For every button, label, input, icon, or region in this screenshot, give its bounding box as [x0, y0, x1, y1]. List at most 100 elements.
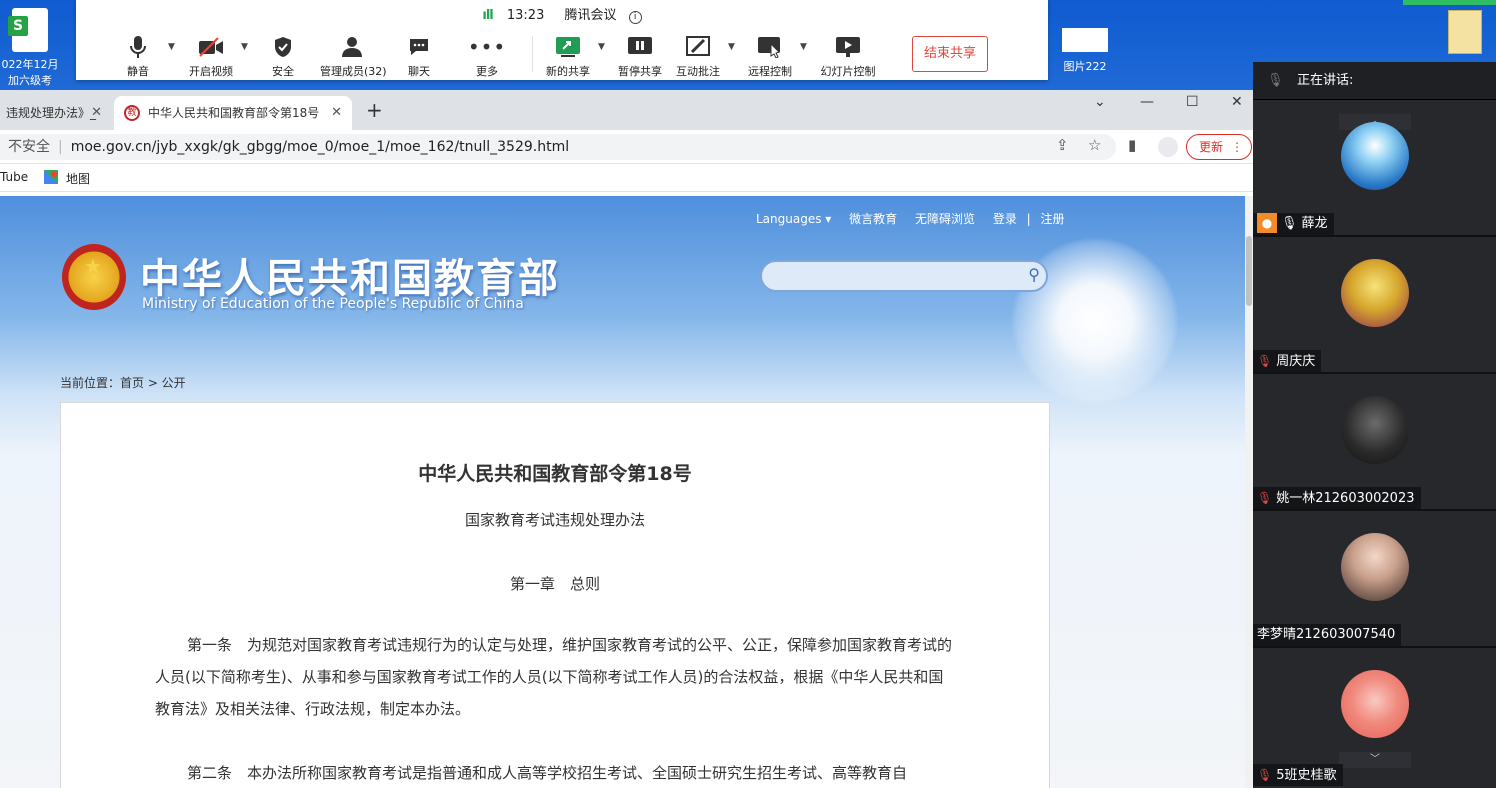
chevron-down-icon[interactable]: ▼ — [728, 42, 735, 52]
close-icon[interactable]: ✕ — [91, 96, 102, 130]
participant-name: 薛龙 — [1301, 216, 1328, 231]
chevron-down-icon[interactable]: ▼ — [598, 42, 605, 52]
participants-panel: 🎙 正在讲话: ︿ ●🎙薛龙 🎙周庆庆 🎙姚一林212603002023 李梦晴… — [1253, 62, 1496, 788]
bookmark-youtube[interactable]: Tube — [0, 170, 28, 184]
bookmark-maps[interactable]: 地图 — [66, 170, 90, 187]
article-paragraph: 第二条 本办法所称国家教育考试是指普通和成人高等学校招生考试、全国硕士研究生招生… — [187, 764, 908, 782]
tab-strip: 违规处理办法》_ ✕ 教 中华人民共和国教育部令第18号 ✕ + ⌄ — ☐ ✕ — [0, 90, 1253, 130]
tab-title: 违规处理办法》_ — [6, 106, 97, 120]
more-button[interactable]: ••• 更多 — [468, 34, 505, 79]
url-text: moe.gov.cn/jyb_xxgk/gk_gbgg/moe_0/moe_1/… — [70, 139, 570, 155]
participant-tile[interactable]: 🎙 姚一林212603002023 — [1253, 374, 1496, 511]
mute-button[interactable]: 静音 — [124, 34, 152, 79]
maximize-button[interactable]: ☐ — [1186, 94, 1199, 110]
search-input[interactable]: ⚲ — [760, 260, 1048, 292]
close-icon[interactable]: ✕ — [331, 96, 342, 130]
update-button[interactable]: 更新 ⋮ — [1186, 134, 1252, 160]
desktop-icon-label: 022年12月 — [1, 58, 59, 71]
article-title: 中华人民共和国教育部令第18号 — [418, 463, 692, 485]
end-share-button[interactable]: 结束共享 — [912, 36, 988, 72]
tab-title: 中华人民共和国教育部令第18号 — [148, 106, 320, 120]
annotate-label: 互动批注 — [676, 65, 720, 78]
tab-inactive[interactable]: 违规处理办法》_ ✕ — [0, 96, 112, 130]
desktop-icon-image[interactable]: 图片222 — [1060, 28, 1110, 74]
participant-tile[interactable]: 🎙 周庆庆 — [1253, 237, 1496, 374]
article-chapter: 第一章 总则 — [509, 575, 600, 593]
avatar — [1341, 122, 1409, 190]
slide-control-button[interactable]: 幻灯片控制 — [820, 34, 876, 79]
chat-icon — [406, 34, 432, 60]
scroll-down-icon[interactable]: ﹀ — [1339, 752, 1411, 768]
annotate-button[interactable]: 互动批注 — [676, 34, 720, 79]
participant-tile[interactable]: ︿ ●🎙薛龙 — [1253, 100, 1496, 237]
profile-avatar-icon[interactable] — [1158, 137, 1178, 157]
chat-label: 聊天 — [408, 65, 430, 78]
maps-icon — [44, 170, 58, 187]
participant-tile[interactable]: ﹀ 🎙 5班史桂歌 — [1253, 648, 1496, 788]
window-close-button[interactable]: ✕ — [1231, 94, 1243, 110]
mute-label: 静音 — [127, 65, 149, 78]
new-tab-button[interactable]: + — [366, 98, 383, 122]
desktop-icon-label: 图片222 — [1063, 60, 1107, 73]
kebab-menu-icon[interactable]: ⋮ — [1231, 135, 1243, 159]
pause-share-button[interactable]: 暂停共享 — [618, 34, 662, 79]
participant-name-tag: 🎙 姚一林212603002023 — [1253, 487, 1421, 509]
page-scrollbar[interactable] — [1245, 196, 1253, 788]
avatar — [1341, 533, 1409, 601]
pause-share-label: 暂停共享 — [618, 65, 662, 78]
host-icon: ● — [1257, 213, 1277, 233]
tab-active[interactable]: 教 中华人民共和国教育部令第18号 ✕ — [114, 96, 352, 130]
manage-members-button[interactable]: 管理成员(32) — [320, 34, 387, 79]
security-button[interactable]: 安全 — [270, 34, 296, 79]
languages-link[interactable]: Languages ▾ — [756, 212, 831, 226]
members-label: 管理成员(32) — [320, 65, 387, 78]
url-divider: | — [58, 139, 63, 155]
chevron-down-icon[interactable]: ▼ — [241, 42, 248, 52]
video-label: 开启视频 — [189, 65, 233, 78]
participant-tile[interactable]: 李梦晴212603007540 — [1253, 511, 1496, 648]
breadcrumb[interactable]: 当前位置：首页 > 公开 — [60, 374, 186, 391]
accessibility-link[interactable]: 无障碍浏览 — [915, 212, 975, 226]
info-icon[interactable]: i — [628, 11, 642, 24]
participant-name: 姚一林212603002023 — [1276, 491, 1415, 506]
shield-icon — [270, 34, 296, 60]
chevron-down-icon[interactable]: ▼ — [168, 42, 175, 52]
chevron-down-icon[interactable]: ▼ — [800, 42, 807, 52]
microphone-icon — [124, 34, 152, 60]
user-icon — [320, 34, 384, 60]
participant-name-tag: ● 🎙 薛龙 — [1253, 213, 1334, 235]
star-icon[interactable]: ☆ — [1088, 136, 1101, 154]
mic-muted-icon: 🎙 — [1257, 491, 1273, 505]
meeting-app-name: 腾讯会议 — [564, 8, 617, 23]
side-panel-icon[interactable]: ▮ — [1128, 136, 1136, 154]
desktop-green-bar — [1403, 0, 1496, 5]
avatar — [1341, 259, 1409, 327]
remote-control-icon — [748, 34, 792, 60]
article-body: 中华人民共和国教育部令第18号 国家教育考试违规处理办法 第一章 总则 第一条 … — [60, 402, 1050, 788]
search-icon[interactable]: ⚲ — [1028, 265, 1040, 284]
chat-button[interactable]: 聊天 — [406, 34, 432, 79]
signal-icon: ıll — [482, 8, 493, 23]
folder-icon[interactable] — [1448, 10, 1482, 54]
login-link[interactable]: 登录 — [993, 212, 1017, 226]
scrollbar-thumb[interactable] — [1246, 236, 1252, 306]
participant-name: 周庆庆 — [1276, 354, 1316, 369]
mic-muted-icon: 🎙 — [1257, 768, 1273, 782]
link-divider: | — [1026, 212, 1031, 226]
url-field[interactable]: 不安全 | moe.gov.cn/jyb_xxgk/gk_gbgg/moe_0/mo… — [0, 134, 1116, 160]
new-share-button[interactable]: 新的共享 — [544, 34, 592, 79]
meeting-status: ıll 13:23 腾讯会议 i — [76, 4, 1048, 24]
moe-favicon-icon: 教 — [124, 105, 140, 121]
slide-control-label: 幻灯片控制 — [820, 65, 876, 78]
video-button[interactable]: 开启视频 — [186, 34, 236, 79]
tab-search-icon[interactable]: ⌄ — [1094, 94, 1106, 110]
image-thumbnail-icon — [1062, 28, 1108, 52]
weiyan-link[interactable]: 微言教育 — [849, 212, 897, 226]
browser-window: 违规处理办法》_ ✕ 教 中华人民共和国教育部令第18号 ✕ + ⌄ — ☐ ✕… — [0, 90, 1253, 788]
share-icon[interactable]: ⇪ — [1056, 136, 1069, 154]
register-link[interactable]: 注册 — [1041, 212, 1065, 226]
desktop-icon-spreadsheet[interactable]: S 022年12月 加六级考 — [0, 8, 60, 88]
video-off-icon — [186, 34, 236, 60]
minimize-button[interactable]: — — [1140, 94, 1154, 110]
remote-control-button[interactable]: 远程控制 — [748, 34, 792, 79]
